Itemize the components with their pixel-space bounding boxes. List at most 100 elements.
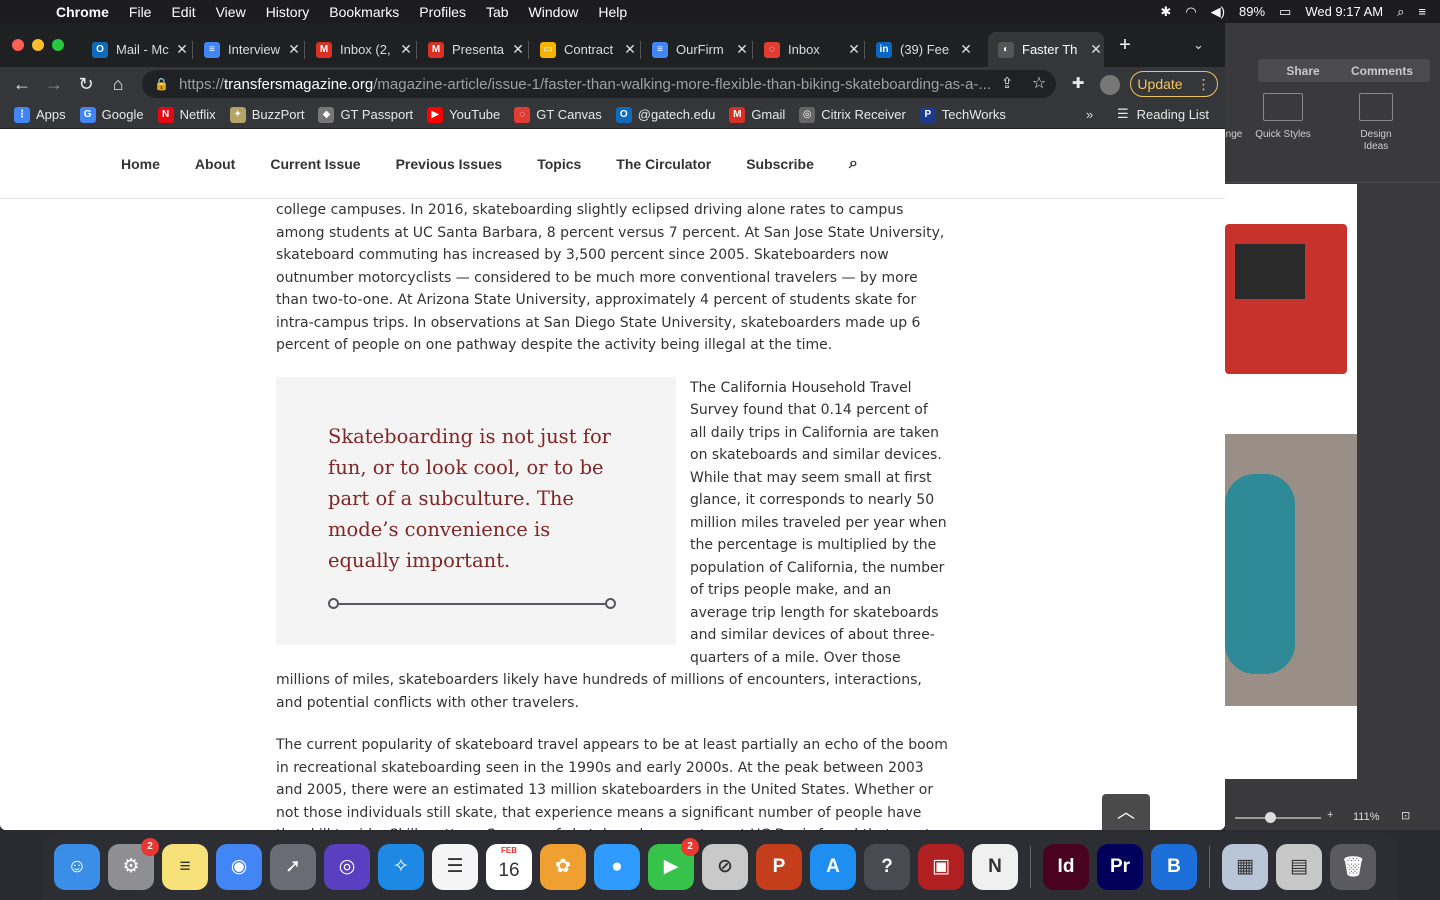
menu-bookmarks[interactable]: Bookmarks — [329, 4, 399, 20]
tab-9[interactable]: ◐ Faster Th ✕ — [988, 32, 1104, 67]
menu-window[interactable]: Window — [529, 4, 579, 20]
bookmark-buzzport[interactable]: ✦ BuzzPort — [229, 106, 304, 123]
back-button[interactable]: ← — [10, 72, 34, 96]
bookmark-netflix[interactable]: N Netflix — [157, 106, 216, 123]
fit-slide-icon[interactable]: ⊡ — [1401, 809, 1410, 822]
tab-8[interactable]: in (39) Fee ✕ — [866, 32, 974, 67]
dock-finder-icon[interactable]: ☺ — [54, 843, 100, 890]
nav-about[interactable]: About — [195, 156, 235, 172]
dock-chrome-icon[interactable]: ◉ — [216, 843, 262, 890]
reading-list-button[interactable]: ☰ Reading List — [1117, 106, 1209, 122]
quick-styles-icon[interactable] — [1263, 93, 1303, 121]
scroll-to-top-button[interactable]: ︿ — [1102, 794, 1150, 830]
update-button[interactable]: Update ⋮ — [1130, 71, 1218, 97]
bookmark-apps[interactable]: ⋮ Apps — [14, 106, 66, 123]
dock-notes-icon[interactable]: ≡ — [162, 843, 208, 890]
bookmark-techworks[interactable]: P TechWorks — [919, 106, 1006, 123]
dock-facetime-icon[interactable]: ▶ 2 — [648, 837, 699, 890]
dock-screenshots-folder-icon[interactable]: ▤ — [1276, 843, 1322, 890]
tab-close-icon[interactable]: ✕ — [174, 41, 190, 58]
dock-messages-icon[interactable]: ● — [594, 843, 640, 890]
address-bar[interactable]: 🔒 https://transfersmagazine.org/magazine… — [142, 70, 1056, 98]
bookmark-gmail[interactable]: M Gmail — [729, 106, 785, 123]
tab-1[interactable]: O Mail - Mc ✕ — [82, 32, 190, 67]
search-icon[interactable]: ⌕ — [849, 155, 858, 173]
menu-help[interactable]: Help — [598, 4, 627, 20]
dock-app-store-icon[interactable]: A — [810, 843, 856, 890]
tab-4[interactable]: M Presenta ✕ — [418, 32, 526, 67]
tab-close-icon[interactable]: ✕ — [286, 41, 302, 58]
tab-2[interactable]: ≡ Interview ✕ — [194, 32, 302, 67]
battery-icon[interactable]: ▭ — [1279, 4, 1291, 20]
tab-close-icon[interactable]: ✕ — [734, 41, 750, 58]
zoom-slider-track[interactable] — [1235, 817, 1321, 819]
share-page-icon[interactable]: ⇪ — [995, 72, 1019, 96]
comments-button[interactable]: Comments — [1334, 59, 1430, 82]
nav-topics[interactable]: Topics — [537, 156, 581, 172]
clock[interactable]: Wed 9:17 AM — [1305, 4, 1383, 19]
quick-styles-label[interactable]: Quick Styles — [1255, 129, 1311, 141]
bookmark-youtube[interactable]: ▶ YouTube — [427, 106, 500, 123]
zoom-level[interactable]: 111% — [1353, 811, 1380, 823]
home-button[interactable]: ⌂ — [106, 72, 130, 96]
dock-bluejeans-icon[interactable]: B — [1151, 843, 1197, 890]
dock-news-icon[interactable]: N — [972, 843, 1018, 890]
zoom-in-icon[interactable]: + — [1327, 809, 1333, 821]
new-tab-button[interactable]: + — [1115, 34, 1135, 56]
dock-photos-icon[interactable]: ✿ — [540, 843, 586, 890]
nav-subscribe[interactable]: Subscribe — [746, 156, 814, 172]
more-bookmarks-icon[interactable]: » — [1086, 107, 1093, 122]
minimize-window-button[interactable] — [32, 39, 44, 51]
menu-edit[interactable]: Edit — [171, 4, 195, 20]
reload-button[interactable]: ↻ — [74, 72, 98, 96]
tab-3[interactable]: M Inbox (2, ✕ — [306, 32, 414, 67]
volume-icon[interactable]: ◀) — [1211, 4, 1225, 20]
tab-close-icon[interactable]: ✕ — [846, 41, 862, 58]
menu-view[interactable]: View — [216, 4, 246, 20]
dock-system-preferences-icon[interactable]: ⚙ 2 — [108, 837, 159, 890]
design-ideas-label[interactable]: Design Ideas — [1351, 129, 1401, 153]
tab-6[interactable]: ≡ OurFirm ✕ — [642, 32, 750, 67]
bluetooth-icon[interactable]: ✱ — [1160, 4, 1171, 20]
spotlight-search-icon[interactable]: ⌕ — [1397, 4, 1404, 20]
tab-close-icon[interactable]: ✕ — [1088, 41, 1104, 58]
nav-current-issue[interactable]: Current Issue — [270, 156, 360, 172]
menu-history[interactable]: History — [266, 4, 310, 20]
close-window-button[interactable] — [12, 39, 24, 51]
dock-trash-icon[interactable]: 🗑 — [1330, 843, 1376, 890]
menu-tab[interactable]: Tab — [486, 4, 509, 20]
bookmark-gt-canvas[interactable]: ◌ GT Canvas — [514, 106, 602, 123]
bookmark-gatech-edu[interactable]: O @gatech.edu — [615, 106, 715, 123]
dock-downloads-folder-icon[interactable]: ▦ — [1222, 843, 1268, 890]
lock-icon[interactable]: 🔒 — [154, 77, 169, 91]
dock-calendar-icon[interactable]: FEB 16 — [486, 843, 532, 890]
dock-launchpad-icon[interactable]: ➚ — [270, 843, 316, 890]
slide-canvas[interactable] — [1225, 184, 1357, 779]
menu-profiles[interactable]: Profiles — [419, 4, 466, 20]
bookmark-google[interactable]: G Google — [79, 106, 144, 123]
tab-close-icon[interactable]: ✕ — [958, 41, 974, 58]
dock-premiere-icon[interactable]: Pr — [1097, 843, 1143, 890]
dock-siri-icon[interactable]: ◎ — [324, 843, 370, 890]
tab-7[interactable]: ◌ Inbox ✕ — [754, 32, 862, 67]
dock-indesign-icon[interactable]: Id — [1043, 843, 1089, 890]
notification-center-icon[interactable]: ≡ — [1418, 4, 1426, 19]
dock-help-icon[interactable]: ? — [864, 843, 910, 890]
tab-close-icon[interactable]: ✕ — [398, 41, 414, 58]
dock-photo-booth-icon[interactable]: ▣ — [918, 843, 964, 890]
menu-app-name[interactable]: Chrome — [56, 4, 109, 20]
nav-previous-issues[interactable]: Previous Issues — [396, 156, 503, 172]
battery-percent[interactable]: 89% — [1239, 4, 1265, 19]
tab-close-icon[interactable]: ✕ — [622, 41, 638, 58]
dock-reminders-icon[interactable]: ☰ — [432, 843, 478, 890]
extensions-puzzle-icon[interactable]: ✚ — [1066, 72, 1090, 96]
wifi-icon[interactable]: ◠ — [1185, 4, 1196, 20]
nav-the-circulator[interactable]: The Circulator — [616, 156, 711, 172]
profile-avatar[interactable] — [1098, 72, 1122, 96]
dock-powerpoint-icon[interactable]: P — [756, 843, 802, 890]
tab-close-icon[interactable]: ✕ — [510, 41, 526, 58]
dock-safari-icon[interactable]: ✧ — [378, 843, 424, 890]
zoom-window-button[interactable] — [52, 39, 64, 51]
bookmark-star-icon[interactable]: ☆ — [1027, 72, 1051, 96]
bookmark-gt-passport[interactable]: ◆ GT Passport — [318, 106, 413, 123]
